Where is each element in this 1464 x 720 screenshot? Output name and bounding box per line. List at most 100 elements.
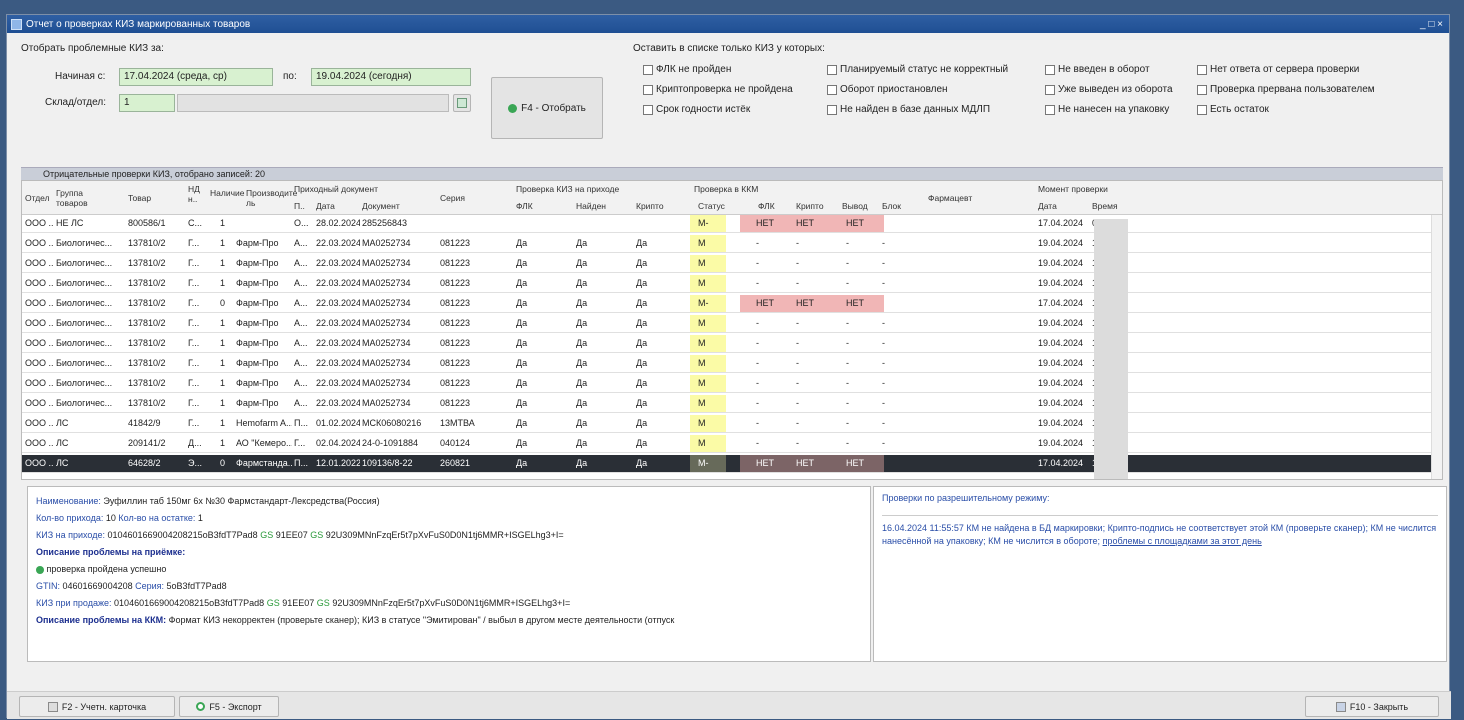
checks-grid[interactable]: Отдел Группа товаров Товар НД н.. Наличи… <box>21 180 1443 480</box>
col-flk[interactable]: ФЛК <box>516 201 533 211</box>
col-naiden[interactable]: Найден <box>576 201 606 211</box>
cell-kk: НЕТ <box>782 215 832 232</box>
col-kripto[interactable]: Крипто <box>636 201 664 211</box>
col-inc-doc[interactable]: Документ <box>362 201 400 211</box>
cell-t: 137810/2 <box>128 338 166 348</box>
cb-has-stock[interactable]: Есть остаток <box>1197 104 1269 115</box>
card-icon <box>47 701 58 712</box>
cb-expired[interactable]: Срок годности истёк <box>643 104 750 115</box>
cell-d: 22.03.2024 <box>316 298 360 308</box>
col-group[interactable]: Группа товаров <box>56 188 96 208</box>
table-row[interactable]: ООО ... Биологичес... 137810/2 Г... 1 Фарм-Пр… <box>22 395 1432 413</box>
cell-v: - <box>846 318 849 328</box>
table-row[interactable]: ООО ... Биологичес... 137810/2 Г... 1 Фарм-Пр… <box>22 335 1432 353</box>
table-row[interactable]: ООО ... Биологичес... 137810/2 Г... 1 Фарм-Пр… <box>22 315 1432 333</box>
cb-suspended[interactable]: Оборот приостановлен <box>827 84 948 95</box>
date-from-field[interactable]: 17.04.2024 (среда, ср) <box>119 68 273 86</box>
cell-ip: Г... <box>294 438 306 448</box>
table-row[interactable]: ООО ... Биологичес... 137810/2 Г... 1 Фарм-Пр… <box>22 235 1432 253</box>
cell-t: 137810/2 <box>128 278 166 288</box>
cb-not-in-turnover[interactable]: Не введен в оборот <box>1045 64 1150 75</box>
close-button[interactable]: F10 - Закрыть <box>1305 696 1439 717</box>
from-label: Начиная с: <box>55 71 106 82</box>
col-inc-p[interactable]: П.. <box>294 201 305 211</box>
cell-nd: Да <box>576 418 588 428</box>
date-to-field[interactable]: 19.04.2024 (сегодня) <box>311 68 471 86</box>
export-button[interactable]: F5 - Экспорт <box>179 696 279 717</box>
col-na[interactable]: НД н.. <box>188 184 202 204</box>
cb-user-aborted[interactable]: Проверка прервана пользователем <box>1197 84 1375 95</box>
window-controls[interactable]: _ □ × <box>1420 19 1449 30</box>
select-button[interactable]: F4 - Отобрать <box>491 77 603 139</box>
cell-g: Биологичес... <box>56 398 113 408</box>
warehouse-name-field[interactable] <box>177 94 449 112</box>
table-row[interactable]: ООО ... Биологичес... 137810/2 Г... 0 Фарм-Пр… <box>22 295 1432 313</box>
checkbox-icon <box>827 104 837 115</box>
cell-g: Биологичес... <box>56 298 113 308</box>
cell-ip: А... <box>294 238 308 248</box>
col-m-date[interactable]: Дата <box>1038 201 1057 211</box>
cell-ip: А... <box>294 358 308 368</box>
cell-nd: Да <box>576 358 588 368</box>
table-row[interactable]: ООО ... ЛС 64628/2 Э... 0 Фармстанда... П... 12… <box>22 455 1432 473</box>
table-row[interactable]: ООО ... Биологичес... 137810/2 Г... 1 Фарм-Пр… <box>22 355 1432 373</box>
col-blok[interactable]: Блок <box>882 201 901 211</box>
warehouse-pick-button[interactable] <box>453 94 471 112</box>
cell-b: - <box>882 318 885 328</box>
cell-p: Фарм-Про <box>236 298 279 308</box>
cell-d: 22.03.2024 <box>316 398 360 408</box>
col-farm[interactable]: Фармацевт <box>928 193 972 203</box>
cell-k: Да <box>636 418 648 428</box>
permissive-link[interactable]: проблемы с площадками за этот день <box>1103 536 1262 546</box>
cell-d: 22.03.2024 <box>316 238 360 248</box>
table-row[interactable]: ООО ... ЛС 209141/2 Д... 1 АО "Кемеро... Г... 0… <box>22 435 1432 453</box>
col-kkm-flk[interactable]: ФЛК <box>758 201 775 211</box>
table-row[interactable]: ООО ... Биологичес... 137810/2 Г... 1 Фарм-Пр… <box>22 375 1432 393</box>
checkbox-icon <box>1197 104 1207 115</box>
cb-crypto[interactable]: Криптопроверка не пройдена <box>643 84 793 95</box>
cb-no-server-response[interactable]: Нет ответа от сервера проверки <box>1197 64 1359 75</box>
cell-ip: А... <box>294 298 308 308</box>
table-row[interactable]: ООО ... НЕ ЛС 800586/1 С... 1 О... 28.02.2024 2… <box>22 215 1432 233</box>
cell-v: - <box>846 378 849 388</box>
cb-not-in-turnover-label: Не введен в оборот <box>1058 64 1150 75</box>
cell-q: 1 <box>220 418 226 428</box>
cell-kf: - <box>756 438 759 448</box>
col-status[interactable]: Статус <box>698 201 725 211</box>
cell-o: ООО ... <box>25 318 53 328</box>
cell-nd: Да <box>576 378 588 388</box>
cell-st: М- <box>690 455 726 472</box>
cell-q: 1 <box>220 258 226 268</box>
col-m-time[interactable]: Время <box>1092 201 1118 211</box>
col-proizv[interactable]: Производите ль <box>246 188 297 208</box>
cell-n: Э... <box>188 458 202 468</box>
filter-section-label: Отобрать проблемные КИЗ за: <box>21 43 164 54</box>
col-vyvod[interactable]: Вывод <box>842 201 868 211</box>
col-seriya[interactable]: Серия <box>440 193 465 203</box>
cell-f: Да <box>516 418 528 428</box>
table-row[interactable]: ООО ... ЛС 41842/9 Г... 1 Hemofarm A... П... 01… <box>22 415 1432 433</box>
warehouse-code-field[interactable]: 1 <box>119 94 175 112</box>
cell-t: 137810/2 <box>128 378 166 388</box>
cb-not-applied-label: Не нанесен на упаковку <box>1058 104 1170 115</box>
col-tovar[interactable]: Товар <box>128 193 151 203</box>
cell-md: 19.04.2024 <box>1038 278 1084 288</box>
cb-not-found[interactable]: Не найден в базе данных МДЛП <box>827 104 990 115</box>
col-otdel[interactable]: Отдел <box>25 193 50 203</box>
cb-flk[interactable]: ФЛК не пройден <box>643 64 731 75</box>
cell-f: Да <box>516 238 528 248</box>
checkbox-icon <box>1045 104 1055 115</box>
col-inc-date[interactable]: Дата <box>316 201 335 211</box>
grid-vscrollbar[interactable] <box>1431 215 1442 479</box>
cb-already-withdrawn[interactable]: Уже выведен из оборота <box>1045 84 1173 95</box>
table-row[interactable]: ООО ... Биологичес... 137810/2 Г... 1 Фарм-Пр… <box>22 275 1432 293</box>
col-kkm-kripto[interactable]: Крипто <box>796 201 824 211</box>
table-row[interactable]: ООО ... Биологичес... 137810/2 Г... 1 Фарм-Пр… <box>22 255 1432 273</box>
col-nalichie[interactable]: Наличие <box>210 188 244 198</box>
cell-doc: МА0252734 <box>362 378 411 388</box>
card-button[interactable]: F2 - Учетн. карточка <box>19 696 175 717</box>
cb-planned-status[interactable]: Планируемый статус не корректный <box>827 64 1008 75</box>
cb-not-applied[interactable]: Не нанесен на упаковку <box>1045 104 1169 115</box>
qty-value: 10 <box>105 513 116 523</box>
cell-s: 081223 <box>440 258 471 268</box>
